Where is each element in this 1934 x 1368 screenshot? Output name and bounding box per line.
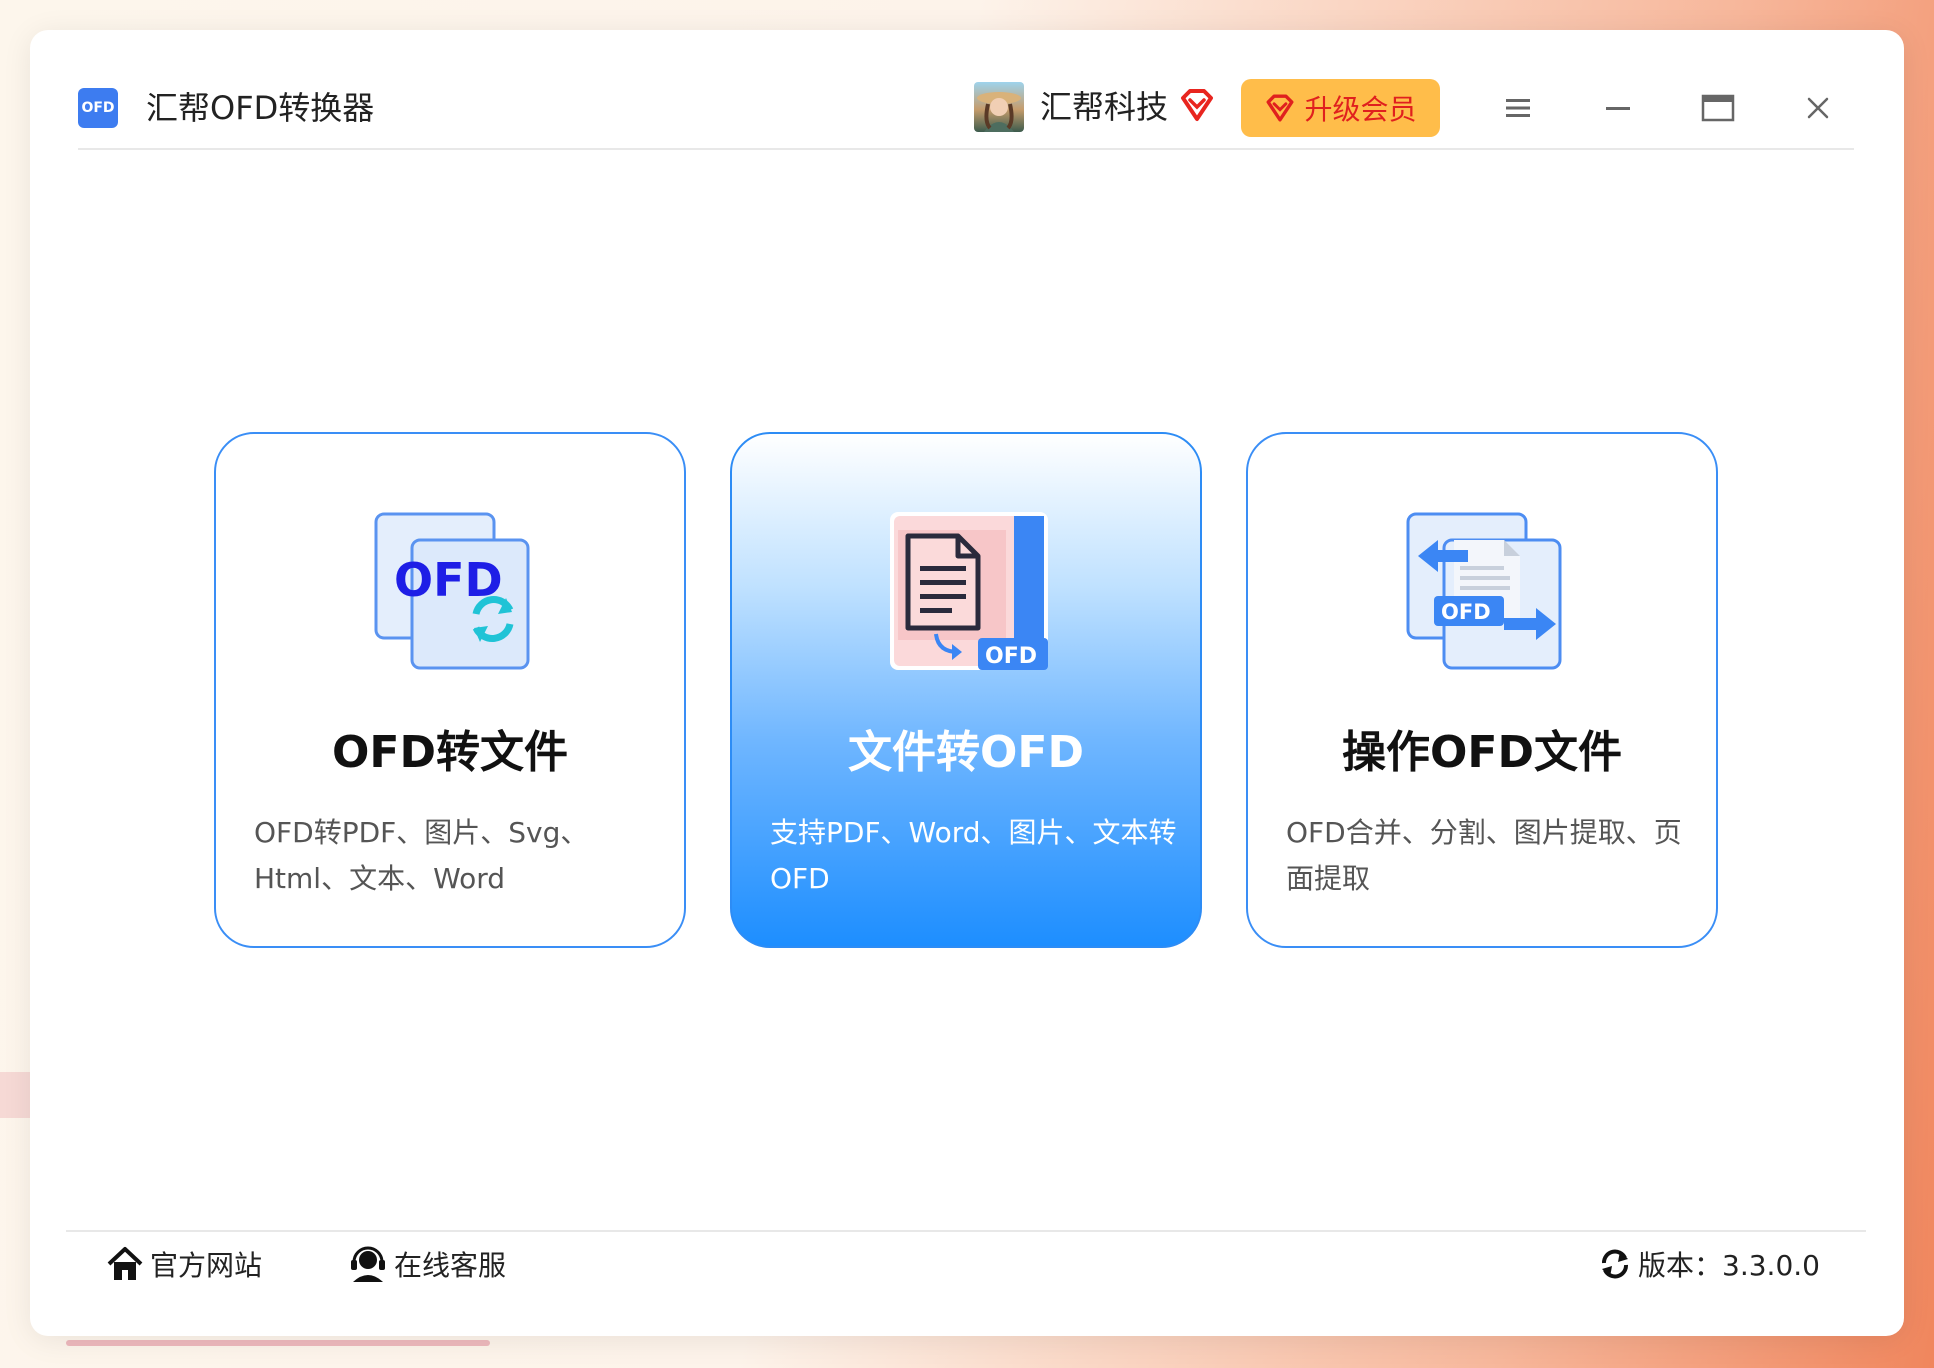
home-icon [107,1247,143,1280]
taskbar-indicator [66,1340,490,1346]
upgrade-member-button[interactable]: 升级会员 [1241,79,1440,137]
customer-service-icon [351,1246,385,1282]
minimize-button[interactable] [1600,90,1636,126]
vip-diamond-icon [1267,94,1294,122]
app-window: OFD 汇帮OFD转换器 汇帮科技 升级会员 OFD OFD转文件 OFD转PD… [30,30,1904,1336]
official-website-label: 官方网站 [150,1249,263,1282]
vip-diamond-icon [1181,89,1213,121]
minimize-icon [1606,107,1630,110]
close-button[interactable] [1800,90,1836,126]
online-service-link[interactable]: 在线客服 [348,1244,506,1284]
file-to-ofd-icon: OFD [890,512,1048,670]
maximize-icon [1701,94,1735,122]
close-icon [1807,97,1829,119]
upgrade-member-label: 升级会员 [1304,93,1417,126]
version-info: 版本：3.3.0.0 [1598,1244,1820,1284]
card-title: OFD转文件 [332,727,568,778]
avatar-image-icon [977,92,1021,132]
card-description: OFD转PDF、图片、Svg、Html、文本、Word [254,816,589,895]
card-icon-text: OFD [1441,600,1491,624]
card-title: 文件转OFD [848,727,1084,778]
card-file-to-ofd[interactable]: OFD 文件转OFD 支持PDF、Word、图片、文本转OFD [730,432,1202,948]
ofd-convert-icon: OFD [374,512,530,670]
avatar[interactable] [974,82,1024,132]
refresh-icon[interactable] [1598,1247,1632,1281]
footer-bar [66,1230,1866,1336]
card-description: 支持PDF、Word、图片、文本转OFD [770,816,1177,895]
maximize-button[interactable] [1700,90,1736,126]
app-logo-icon: OFD [78,88,118,128]
card-ofd-to-file[interactable]: OFD OFD转文件 OFD转PDF、图片、Svg、Html、文本、Word [214,432,686,948]
official-website-link[interactable]: 官方网站 [106,1244,262,1284]
app-logo-text: OFD [81,100,115,116]
card-title: 操作OFD文件 [1342,727,1622,778]
ofd-operate-icon: OFD [1406,512,1562,670]
online-service-label: 在线客服 [394,1249,507,1282]
version-label: 版本：3.3.0.0 [1638,1249,1820,1282]
app-title: 汇帮OFD转换器 [146,89,375,127]
user-name[interactable]: 汇帮科技 [1040,86,1168,128]
menu-icon [1506,99,1530,117]
menu-button[interactable] [1500,90,1536,126]
card-icon-text: OFD [985,644,1037,669]
card-description: OFD合并、分割、图片提取、页面提取 [1286,816,1682,895]
card-operate-ofd[interactable]: OFD 操作OFD文件 OFD合并、分割、图片提取、页面提取 [1246,432,1718,948]
